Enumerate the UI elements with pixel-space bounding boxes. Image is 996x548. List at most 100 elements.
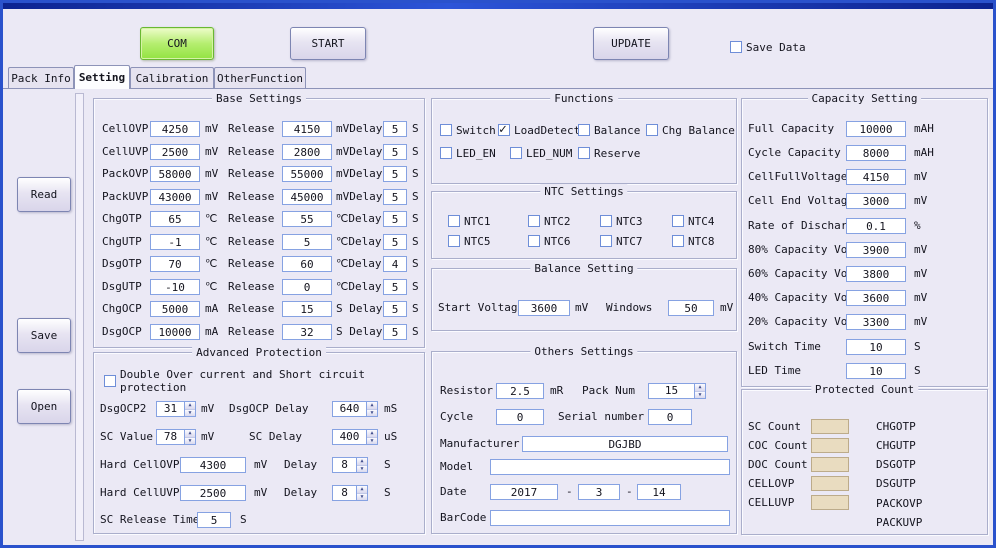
dsgocp2-spinner[interactable]: 31 ▲▼ (156, 401, 196, 417)
sc-delay-spinner[interactable]: 400 ▲▼ (332, 429, 378, 445)
hard-celluvp-delay-spinner[interactable]: 8 ▲▼ (332, 485, 368, 501)
others-row: Cycle Serial number (432, 409, 736, 427)
save-data-checkbox[interactable]: Save Data (730, 39, 806, 55)
open-button[interactable]: Open (17, 389, 71, 424)
delay-input[interactable] (383, 144, 407, 160)
delay-input[interactable] (383, 121, 407, 137)
tab-otherfunction[interactable]: OtherFunction (214, 67, 306, 88)
model-input[interactable] (490, 459, 730, 475)
value-input[interactable] (150, 301, 200, 317)
sc-release-time-input[interactable] (197, 512, 231, 528)
barcode-input[interactable] (490, 510, 730, 526)
param-label: 40% Capacity Vol (748, 290, 854, 306)
hard-celluvp-input[interactable] (180, 485, 246, 501)
checkbox-led-en[interactable]: LED_EN (440, 145, 496, 161)
value-input[interactable] (846, 218, 906, 234)
value-input[interactable] (150, 189, 200, 205)
checkbox-ntc3[interactable]: NTC3 (600, 213, 643, 229)
release-input[interactable] (282, 301, 332, 317)
release-input[interactable] (282, 211, 332, 227)
release-input[interactable] (282, 234, 332, 250)
date-month-input[interactable] (578, 484, 620, 500)
checkbox-led-num[interactable]: LED_NUM (510, 145, 572, 161)
delay-input[interactable] (383, 324, 407, 340)
value-input[interactable] (846, 145, 906, 161)
release-input[interactable] (282, 189, 332, 205)
date-day-input[interactable] (637, 484, 681, 500)
value-input[interactable] (150, 279, 200, 295)
checkbox-ntc6[interactable]: NTC6 (528, 233, 571, 249)
update-button[interactable]: UPDATE (593, 27, 669, 60)
hard-cellovp-delay-spinner[interactable]: 8 ▲▼ (332, 457, 368, 473)
spinner-arrows[interactable]: ▲▼ (366, 402, 377, 416)
value-input[interactable] (150, 234, 200, 250)
checkbox-loaddetect[interactable]: LoadDetect (498, 122, 580, 138)
read-button[interactable]: Read (17, 177, 71, 212)
value-input[interactable] (846, 363, 906, 379)
vertical-scrollbar[interactable] (75, 93, 84, 541)
spinner-arrows[interactable]: ▲▼ (356, 458, 367, 472)
checkbox-balance[interactable]: Balance (578, 122, 640, 138)
value-input[interactable] (150, 256, 200, 272)
value-input[interactable] (150, 121, 200, 137)
tab-pack-info[interactable]: Pack Info (8, 67, 74, 88)
release-input[interactable] (282, 166, 332, 182)
checkbox-ntc1[interactable]: NTC1 (448, 213, 491, 229)
checkbox-switch[interactable]: Switch (440, 122, 496, 138)
value-input[interactable] (150, 166, 200, 182)
checkbox-ntc8[interactable]: NTC8 (672, 233, 715, 249)
spinner-arrows[interactable]: ▲▼ (184, 402, 195, 416)
value-input[interactable] (150, 324, 200, 340)
value-input[interactable] (150, 144, 200, 160)
cycle-input[interactable] (496, 409, 544, 425)
checkbox-ntc7[interactable]: NTC7 (600, 233, 643, 249)
release-input[interactable] (282, 324, 332, 340)
release-input[interactable] (282, 256, 332, 272)
delay-input[interactable] (383, 189, 407, 205)
value-input[interactable] (846, 314, 906, 330)
start-button[interactable]: START (290, 27, 366, 60)
com-button[interactable]: COM (140, 27, 214, 60)
delay-input[interactable] (383, 301, 407, 317)
start-voltage-input[interactable] (518, 300, 570, 316)
checkbox-ntc5[interactable]: NTC5 (448, 233, 491, 249)
value-input[interactable] (846, 121, 906, 137)
value-input[interactable] (846, 290, 906, 306)
value-input[interactable] (846, 266, 906, 282)
spinner-arrows[interactable]: ▲▼ (184, 430, 195, 444)
checkbox-ntc2[interactable]: NTC2 (528, 213, 571, 229)
serial-input[interactable] (648, 409, 692, 425)
delay-input[interactable] (383, 279, 407, 295)
dsgocp-delay-spinner[interactable]: 640 ▲▼ (332, 401, 378, 417)
delay-input[interactable] (383, 256, 407, 272)
tab-setting[interactable]: Setting (74, 65, 130, 89)
hard-cellovp-input[interactable] (180, 457, 246, 473)
release-input[interactable] (282, 144, 332, 160)
delay-input[interactable] (383, 211, 407, 227)
sc-value-spinner[interactable]: 78 ▲▼ (156, 429, 196, 445)
release-input[interactable] (282, 279, 332, 295)
checkbox-ntc4[interactable]: NTC4 (672, 213, 715, 229)
value-input[interactable] (846, 169, 906, 185)
resistor-input[interactable] (496, 383, 544, 399)
save-button[interactable]: Save (17, 318, 71, 353)
spinner-arrows[interactable]: ▲▼ (694, 384, 705, 398)
release-input[interactable] (282, 121, 332, 137)
windows-input[interactable] (668, 300, 714, 316)
pack-num-spinner[interactable]: 15 ▲▼ (648, 383, 706, 399)
date-year-input[interactable] (490, 484, 558, 500)
checkbox-chg-balance[interactable]: Chg Balance (646, 122, 735, 138)
value-input[interactable] (846, 242, 906, 258)
checkbox-reserve[interactable]: Reserve (578, 145, 640, 161)
spinner-arrows[interactable]: ▲▼ (356, 486, 367, 500)
tab-calibration[interactable]: Calibration (130, 67, 214, 88)
manufacturer-input[interactable] (522, 436, 728, 452)
spinner-arrows[interactable]: ▲▼ (366, 430, 377, 444)
value-input[interactable] (846, 339, 906, 355)
delay-input[interactable] (383, 234, 407, 250)
value-input[interactable] (150, 211, 200, 227)
delay-input[interactable] (383, 166, 407, 182)
base-settings-row: CellOVP mV Release mVDelay S (94, 121, 424, 139)
value-input[interactable] (846, 193, 906, 209)
double-protection-checkbox[interactable]: Double Over current and Short circuit pr… (104, 373, 424, 389)
